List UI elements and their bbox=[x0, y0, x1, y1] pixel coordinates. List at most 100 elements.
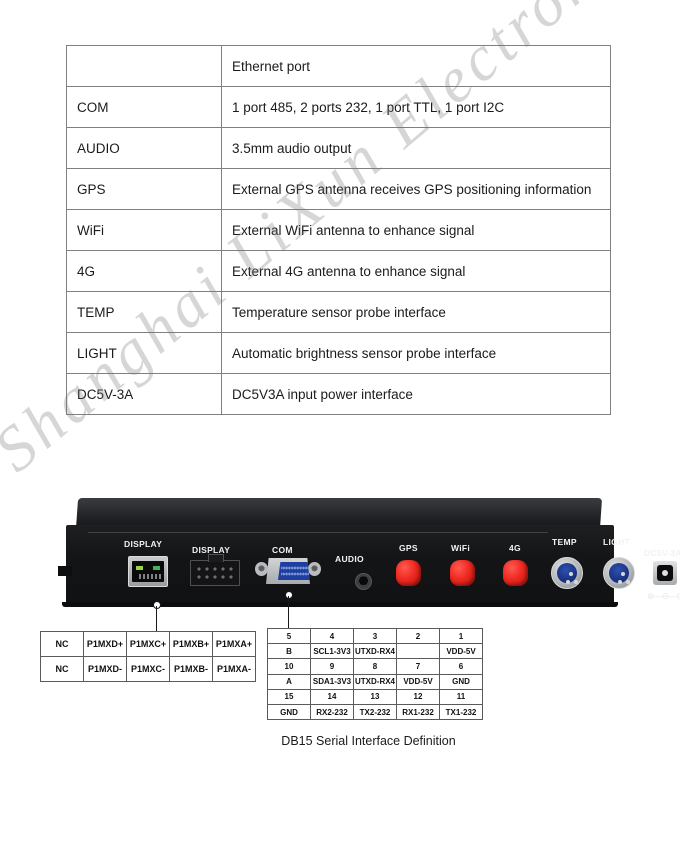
dc-power-jack-icon bbox=[653, 561, 677, 585]
table-row: Ethernet port bbox=[66, 45, 611, 87]
rj45-ethernet-port-icon bbox=[128, 556, 168, 587]
db15-pin-definition-table: 5 4 3 2 1 B SCL1-3V3 UTXD-RX4 VDD-5V 10 … bbox=[267, 627, 483, 721]
gps-antenna-connector-icon bbox=[396, 560, 421, 586]
pin-cell: RX1-232 bbox=[396, 703, 440, 721]
db15-com-port-icon bbox=[255, 558, 321, 584]
pin-cell: 8 bbox=[353, 658, 397, 675]
device-mount-ear-left bbox=[58, 566, 72, 576]
pin-cell: A bbox=[267, 673, 311, 690]
table-row: GND RX2-232 TX2-232 RX1-232 TX1-232 bbox=[267, 703, 483, 721]
pin-cell: P1MXB- bbox=[169, 656, 213, 682]
light-pin-2 bbox=[618, 580, 622, 584]
spec-name-cell bbox=[66, 45, 222, 87]
pin-cell: SDA1-3V3 bbox=[310, 673, 354, 690]
spec-name-cell: TEMP bbox=[66, 291, 222, 333]
pin-cell: SCL1-3V3 bbox=[310, 643, 354, 660]
pin-cell: P1MXA+ bbox=[212, 631, 256, 657]
pin-cell: UTXD-RX4 bbox=[353, 643, 397, 660]
table-row: TEMP Temperature sensor probe interface bbox=[66, 291, 611, 333]
display-pin-definition-table: NC P1MXD+ P1MXC+ P1MXB+ P1MXA+ NC P1MXD-… bbox=[40, 631, 256, 682]
spec-desc-cell: External WiFi antenna to enhance signal bbox=[221, 209, 611, 251]
label-gps: GPS bbox=[399, 543, 418, 553]
pin-cell: 2 bbox=[396, 627, 440, 645]
callout-dot bbox=[153, 601, 161, 609]
pin-cell: 6 bbox=[439, 658, 483, 675]
pin-cell: 3 bbox=[353, 627, 397, 645]
pin-cell: UTXD-RX4 bbox=[353, 673, 397, 690]
pin-cell: NC bbox=[40, 656, 84, 682]
spec-name-cell: DC5V-3A bbox=[66, 373, 222, 415]
table-row: B SCL1-3V3 UTXD-RX4 VDD-5V bbox=[267, 643, 483, 660]
spec-desc-cell: External GPS antenna receives GPS positi… bbox=[221, 168, 611, 210]
rj45-cavity bbox=[132, 561, 164, 582]
pin-cell: VDD-5V bbox=[439, 643, 483, 660]
label-temp: TEMP bbox=[552, 537, 577, 547]
pin-cell: P1MXC- bbox=[126, 656, 170, 682]
pin-cell: TX1-232 bbox=[439, 703, 483, 721]
pin-cell: 1 bbox=[439, 627, 483, 645]
rj45-led-green bbox=[136, 566, 143, 570]
wifi-antenna-connector-icon bbox=[450, 560, 475, 586]
pin-cell: NC bbox=[40, 631, 84, 657]
table-row: LIGHT Automatic brightness sensor probe … bbox=[66, 332, 611, 374]
temp-pin-3 bbox=[574, 580, 578, 584]
light-pin-3 bbox=[626, 580, 630, 584]
vga-pin-holes bbox=[281, 565, 309, 577]
pin-cell: P1MXB+ bbox=[169, 631, 213, 657]
device-base-edge bbox=[62, 602, 618, 607]
audio-jack-icon bbox=[355, 573, 372, 590]
label-com: COM bbox=[272, 545, 293, 555]
label-dc5v-3a: DC5V-3A bbox=[644, 548, 680, 558]
rj45-led-amber bbox=[153, 566, 160, 570]
spec-desc-cell: Temperature sensor probe interface bbox=[221, 291, 611, 333]
pin-cell: 9 bbox=[310, 658, 354, 675]
pin-cell: VDD-5V bbox=[396, 673, 440, 690]
light-sensor-connector-icon bbox=[603, 557, 635, 589]
spec-desc-cell: External 4G antenna to enhance signal bbox=[221, 250, 611, 292]
table-row: GPS External GPS antenna receives GPS po… bbox=[66, 168, 611, 210]
pin-cell: 14 bbox=[310, 688, 354, 705]
fourg-antenna-connector-icon bbox=[503, 560, 528, 586]
label-display-idc: DISPLAY bbox=[192, 545, 231, 555]
pin-cell: 4 bbox=[310, 627, 354, 645]
spec-desc-cell: 1 port 485, 2 ports 232, 1 port TTL, 1 p… bbox=[221, 86, 611, 128]
pin-cell: 13 bbox=[353, 688, 397, 705]
pin-cell: P1MXA- bbox=[212, 656, 256, 682]
spec-name-cell: WiFi bbox=[66, 209, 222, 251]
table-row: 5 4 3 2 1 bbox=[267, 627, 483, 645]
dc-polarity-icon: ⊕—⊖—⊖ bbox=[647, 591, 680, 601]
table-row: 4G External 4G antenna to enhance signal bbox=[66, 250, 611, 292]
pin-cell: 7 bbox=[396, 658, 440, 675]
vga-shell bbox=[266, 558, 310, 584]
vga-screw-left bbox=[255, 562, 268, 576]
db15-table-body: 5 4 3 2 1 B SCL1-3V3 UTXD-RX4 VDD-5V 10 … bbox=[267, 627, 483, 721]
pin-cell: TX2-232 bbox=[353, 703, 397, 721]
rj45-contacts bbox=[139, 574, 163, 579]
spec-table-body: Ethernet port COM 1 port 485, 2 ports 23… bbox=[66, 45, 611, 415]
pin-cell: GND bbox=[439, 673, 483, 690]
spec-desc-cell: DC5V3A input power interface bbox=[221, 373, 611, 415]
pin-cell bbox=[396, 643, 440, 660]
device-seam-line bbox=[88, 532, 548, 533]
callout-dot bbox=[285, 591, 293, 599]
light-connector-face bbox=[609, 563, 630, 584]
label-wifi: WiFi bbox=[451, 543, 471, 553]
label-audio: AUDIO bbox=[335, 554, 364, 564]
pin-cell: P1MXC+ bbox=[126, 631, 170, 657]
interface-spec-table: Ethernet port COM 1 port 485, 2 ports 23… bbox=[66, 45, 611, 415]
spec-desc-cell: Ethernet port bbox=[221, 45, 611, 87]
callout-line bbox=[156, 606, 157, 633]
dc-jack-center-pin bbox=[662, 570, 668, 576]
device-rear-panel-photo: DISPLAY DISPLAY COM AUDIO GPS WiFi 4G TE… bbox=[58, 498, 680, 616]
pin-cell: 15 bbox=[267, 688, 311, 705]
spec-desc-cell: 3.5mm audio output bbox=[221, 127, 611, 169]
table-row: 10 9 8 7 6 bbox=[267, 658, 483, 675]
light-pin-1 bbox=[621, 572, 625, 576]
temp-sensor-connector-icon bbox=[551, 557, 583, 589]
temp-pin-1 bbox=[569, 572, 573, 576]
callout-line bbox=[288, 596, 289, 630]
pin-cell: 5 bbox=[267, 627, 311, 645]
idc-header-port-icon bbox=[190, 554, 240, 586]
spec-name-cell: AUDIO bbox=[66, 127, 222, 169]
pin-cell: 10 bbox=[267, 658, 311, 675]
